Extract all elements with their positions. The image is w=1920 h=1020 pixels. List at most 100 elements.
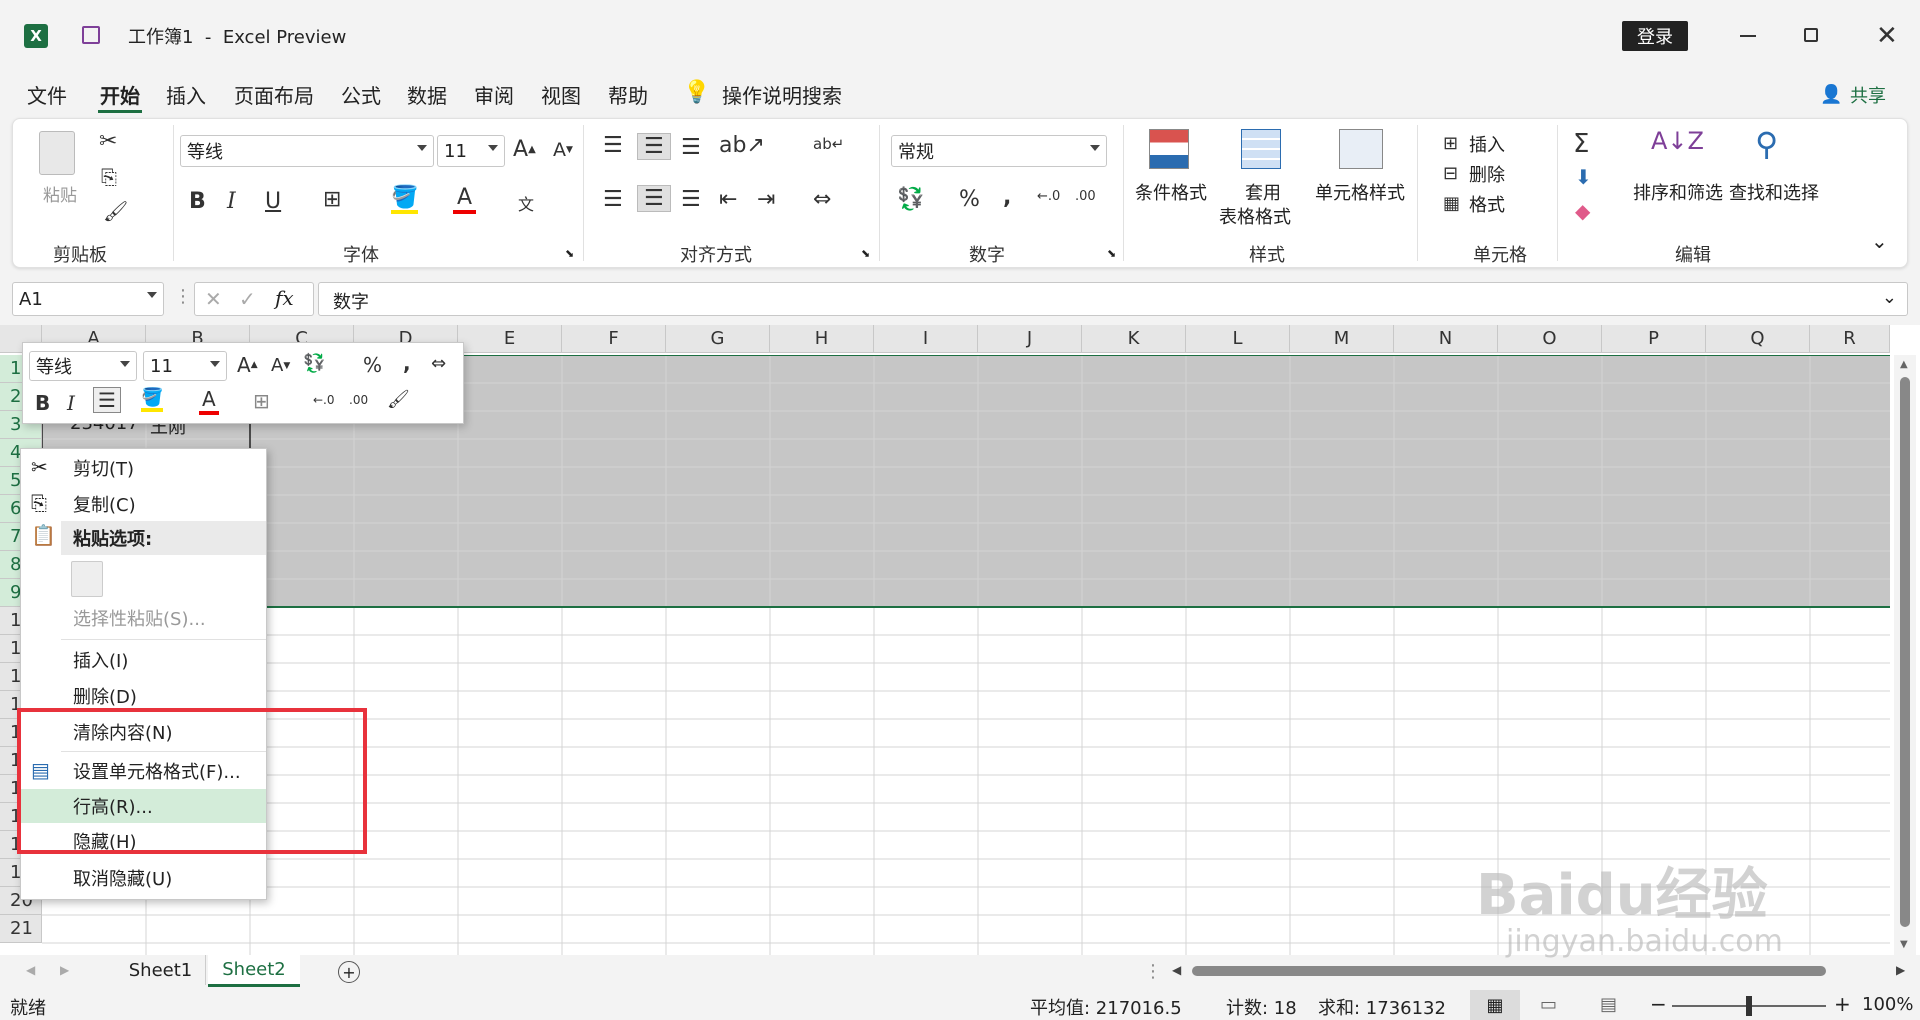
increase-indent-icon[interactable]: ⇥	[757, 187, 775, 212]
mini-grow-font-icon[interactable]: A ▲	[237, 353, 258, 377]
delete-cells-button[interactable]: 删除	[1469, 161, 1505, 187]
column-header[interactable]: E	[458, 325, 562, 353]
row-header[interactable]: 21	[0, 915, 42, 943]
format-as-table-line1[interactable]: 套用	[1245, 179, 1281, 205]
percent-icon[interactable]: %	[959, 187, 980, 212]
autosum-icon[interactable]: Σ	[1573, 129, 1589, 159]
number-format-select[interactable]: 常规	[891, 135, 1107, 167]
mini-font-color-icon[interactable]: A	[199, 387, 219, 415]
font-size-select[interactable]: 11	[437, 135, 505, 167]
sheet-tab-active[interactable]: Sheet2	[208, 955, 300, 987]
tab-review[interactable]: 审阅	[474, 80, 514, 109]
column-header[interactable]: N	[1394, 325, 1498, 353]
shrink-font-icon[interactable]: A ▼	[553, 139, 573, 161]
paste-label[interactable]: 粘贴	[43, 181, 77, 206]
format-cells-button[interactable]: 格式	[1469, 191, 1505, 217]
zoom-slider-thumb[interactable]	[1746, 996, 1752, 1016]
alignment-launcher-icon[interactable]: ⬊	[861, 247, 870, 260]
tab-formulas[interactable]: 公式	[341, 80, 381, 109]
sheet-tab[interactable]: Sheet1	[116, 955, 206, 985]
column-header[interactable]: Q	[1706, 325, 1810, 353]
column-header[interactable]: M	[1290, 325, 1394, 353]
borders-icon[interactable]: ⊞	[323, 187, 341, 212]
page-layout-view-icon[interactable]: ▭	[1540, 994, 1557, 1015]
close-icon[interactable]: ✕	[1876, 21, 1898, 51]
expand-formula-icon[interactable]: ⌄	[1882, 287, 1897, 308]
column-header[interactable]: G	[666, 325, 770, 353]
mini-currency-icon[interactable]: 💱	[303, 353, 325, 374]
conditional-formatting-button[interactable]: 条件格式	[1135, 179, 1207, 205]
conditional-formatting-icon[interactable]	[1149, 129, 1189, 169]
column-header[interactable]: J	[978, 325, 1082, 353]
fill-icon[interactable]: ⬇	[1575, 165, 1592, 189]
align-bottom-icon[interactable]: ☰	[681, 135, 701, 160]
column-header[interactable]: R	[1810, 325, 1890, 353]
cut-icon[interactable]: ✂	[99, 129, 117, 154]
column-header[interactable]: K	[1082, 325, 1186, 353]
column-header[interactable]: F	[562, 325, 666, 353]
vertical-scrollbar[interactable]: ▲ ▼	[1894, 355, 1916, 955]
comma-style-icon[interactable]: ,	[1003, 185, 1011, 210]
prev-sheet-icon[interactable]: ◀	[26, 963, 35, 977]
column-header[interactable]: O	[1498, 325, 1602, 353]
tab-splitter-icon[interactable]: ⋮	[1144, 961, 1162, 982]
mini-size-select[interactable]: 11	[143, 351, 227, 381]
mini-font-select[interactable]: 等线	[29, 351, 137, 381]
format-as-table-icon[interactable]	[1241, 129, 1281, 169]
page-break-view-icon[interactable]: ▤	[1600, 994, 1617, 1015]
column-header[interactable]: I	[874, 325, 978, 353]
ctx-cut[interactable]: ✂ 剪切(T)	[21, 451, 266, 485]
decrease-indent-icon[interactable]: ⇤	[719, 187, 737, 212]
mini-increase-decimal-icon[interactable]: ←.0	[313, 393, 335, 407]
cell-styles-icon[interactable]	[1339, 129, 1383, 169]
formula-input[interactable]: 数字 ⌄	[318, 282, 1908, 316]
column-header[interactable]: L	[1186, 325, 1290, 353]
normal-view-icon[interactable]: ▦	[1470, 990, 1520, 1020]
zoom-out-icon[interactable]: −	[1650, 992, 1667, 1016]
align-middle-icon[interactable]: ☰	[637, 133, 671, 160]
underline-icon[interactable]: U	[265, 189, 281, 214]
hscroll-left-icon[interactable]: ◀	[1172, 963, 1181, 977]
orientation-icon[interactable]: ab↗	[719, 133, 765, 158]
mini-bold-icon[interactable]: B	[35, 391, 50, 415]
italic-icon[interactable]: I	[227, 189, 236, 214]
currency-icon[interactable]: 💱	[897, 187, 924, 212]
tab-data[interactable]: 数据	[407, 80, 447, 109]
format-painter-icon[interactable]: 🖌	[103, 199, 128, 223]
tell-me-search[interactable]: 操作说明搜索	[722, 80, 842, 109]
mini-shrink-font-icon[interactable]: A ▼	[271, 355, 290, 376]
mini-format-painter-icon[interactable]: 🖌	[387, 389, 410, 410]
paste-option-icon[interactable]	[71, 561, 103, 597]
align-top-icon[interactable]: ☰	[603, 133, 623, 158]
zoom-in-icon[interactable]: +	[1834, 992, 1851, 1016]
wrap-text-icon[interactable]: ab↵	[813, 135, 844, 153]
horizontal-scroll-thumb[interactable]	[1192, 966, 1826, 976]
sort-filter-button[interactable]: 排序和筛选	[1633, 179, 1723, 205]
next-sheet-icon[interactable]: ▶	[60, 963, 69, 977]
fill-color-icon[interactable]: 🪣	[391, 185, 419, 214]
font-name-select[interactable]: 等线	[180, 135, 434, 167]
mini-center-icon[interactable]: ☰	[93, 387, 121, 413]
column-header[interactable]: P	[1602, 325, 1706, 353]
share-button[interactable]: 共享	[1850, 82, 1886, 108]
ctx-paste-special[interactable]: 选择性粘贴(S)...	[21, 601, 266, 635]
format-cells-icon[interactable]: ▦	[1443, 193, 1460, 214]
mini-percent-icon[interactable]: %	[363, 353, 382, 377]
insert-cells-icon[interactable]: ⊞	[1443, 133, 1458, 154]
restore-icon[interactable]	[1804, 28, 1818, 42]
ctx-copy[interactable]: ⎘ 复制(C)	[21, 487, 266, 521]
grow-font-icon[interactable]: A ▲	[513, 137, 536, 162]
ctx-unhide[interactable]: 取消隐藏(U)	[21, 861, 266, 895]
tab-page-layout[interactable]: 页面布局	[234, 80, 314, 109]
insert-function-icon[interactable]: fx	[275, 286, 294, 310]
scroll-up-icon[interactable]: ▲	[1900, 359, 1908, 370]
font-launcher-icon[interactable]: ⬊	[565, 247, 574, 260]
paste-icon[interactable]	[39, 131, 75, 175]
number-launcher-icon[interactable]: ⬊	[1107, 247, 1116, 260]
cancel-icon[interactable]: ✕	[205, 287, 222, 311]
find-select-icon[interactable]: ⚲	[1755, 125, 1778, 163]
font-color-icon[interactable]: A	[453, 185, 477, 214]
login-button[interactable]: 登录	[1622, 21, 1688, 51]
align-left-icon[interactable]: ☰	[603, 187, 623, 212]
align-right-icon[interactable]: ☰	[681, 187, 701, 212]
